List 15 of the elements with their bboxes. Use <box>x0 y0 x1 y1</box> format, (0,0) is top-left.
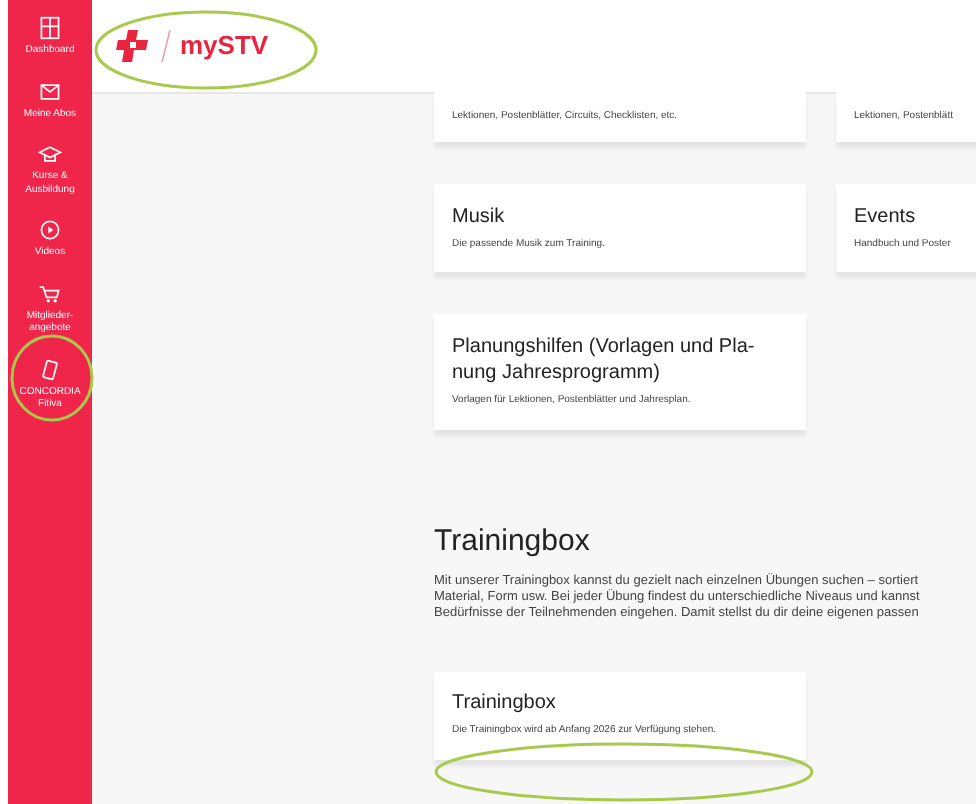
cross-logo-icon <box>116 30 152 62</box>
cart-icon <box>38 281 62 305</box>
card-title: Trainingbox <box>452 690 558 717</box>
envelope-icon <box>38 79 62 103</box>
graduation-cap-icon <box>38 142 62 166</box>
play-icon <box>38 218 62 242</box>
card-title: Planungshilfen (Vorlagen und Pla- nung Jahresprogramm) <box>452 334 757 387</box>
phone-icon <box>38 357 62 381</box>
card-title: Musik <box>452 203 507 230</box>
section-heading: Trainingbox <box>434 526 592 556</box>
logo-text[interactable]: mySTV <box>180 26 269 66</box>
card-title: Events <box>854 203 918 230</box>
highlight-ellipse <box>10 334 94 422</box>
dashboard-icon <box>38 16 62 40</box>
slash-divider-icon <box>160 30 172 62</box>
